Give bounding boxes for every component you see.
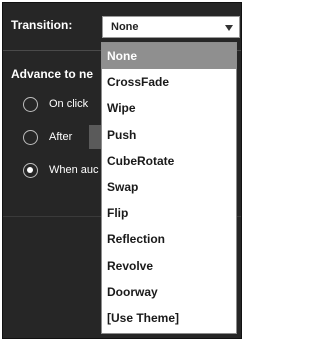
dropdown-item-swap[interactable]: Swap: [102, 174, 236, 200]
transition-select[interactable]: None: [102, 16, 240, 38]
transition-dropdown-list: None CrossFade Wipe Push CubeRotate Swap…: [101, 42, 237, 334]
radio-label: On click: [49, 98, 89, 110]
dropdown-item-wipe[interactable]: Wipe: [102, 95, 236, 121]
dropdown-item-flip[interactable]: Flip: [102, 200, 236, 226]
transition-select-value: None: [111, 21, 139, 33]
transition-row: Transition: None: [3, 13, 241, 39]
chevron-down-icon[interactable]: [225, 25, 233, 31]
dropdown-item-use-theme[interactable]: [Use Theme]: [102, 305, 236, 331]
advance-heading: Advance to ne: [11, 67, 94, 81]
dropdown-item-reflection[interactable]: Reflection: [102, 226, 236, 252]
dropdown-item-none[interactable]: None: [102, 43, 236, 70]
dropdown-item-revolve[interactable]: Revolve: [102, 253, 236, 279]
radio-label: After: [49, 131, 73, 143]
transition-label: Transition:: [11, 18, 73, 32]
dropdown-item-push[interactable]: Push: [102, 122, 236, 148]
radio-option-on-click[interactable]: On click: [23, 95, 113, 115]
radio-option-when-audio[interactable]: When auc: [23, 161, 113, 181]
radio-label: When auc: [49, 164, 99, 176]
radio-button[interactable]: [23, 130, 38, 145]
radio-button[interactable]: [23, 97, 38, 112]
dropdown-item-doorway[interactable]: Doorway: [102, 279, 236, 305]
dropdown-item-crossfade[interactable]: CrossFade: [102, 69, 236, 95]
radio-button-checked[interactable]: [23, 163, 38, 178]
dropdown-item-cuberotate[interactable]: CubeRotate: [102, 148, 236, 174]
